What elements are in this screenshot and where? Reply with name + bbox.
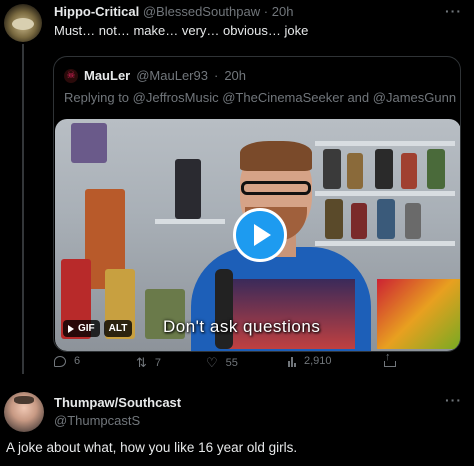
quoted-author-handle[interactable]: @MauLer93	[136, 68, 208, 83]
avatar-hippo-critical[interactable]	[4, 4, 42, 42]
video-caption: Don't ask questions	[163, 317, 321, 336]
reply-button[interactable]: 6	[54, 355, 80, 367]
views-count: 2,910	[304, 355, 332, 367]
video-player[interactable]: Don't ask questions GIF ALT	[55, 119, 460, 351]
action-figure	[351, 203, 367, 239]
glasses	[241, 181, 311, 195]
reply-icon	[54, 355, 66, 367]
gif-label: GIF	[78, 323, 95, 334]
replying-to-label: Replying to	[64, 90, 130, 105]
tweet-header: Hippo-Critical @BlessedSouthpaw · 20h	[54, 4, 293, 19]
share-icon	[384, 351, 396, 367]
shelf	[315, 141, 455, 146]
quoted-tweet-card[interactable]: ☠ MauLer @MauLer93 · 20h Replying to @Je…	[53, 56, 461, 352]
reply-mention[interactable]: @TheCinemaSeeker	[222, 90, 344, 105]
reply-count: 6	[74, 355, 81, 367]
views-button[interactable]: 2,910	[288, 355, 332, 367]
play-icon[interactable]	[233, 208, 287, 262]
gif-badge[interactable]: GIF	[63, 320, 100, 337]
like-button[interactable]: ♡ 55	[206, 355, 238, 371]
author-handle[interactable]: @BlessedSouthpaw	[143, 4, 260, 19]
tweet-actions: 6 ⇅ 7 ♡ 55 2,910	[54, 351, 454, 375]
thread-connector-line	[22, 44, 24, 374]
person-hair	[240, 141, 312, 171]
more-icon[interactable]: ···	[445, 3, 462, 19]
separator-dot: ·	[263, 4, 269, 19]
separator-dot: ·	[213, 68, 219, 83]
reply-text: A joke about what, how you like 16 year …	[6, 440, 298, 455]
alt-badge[interactable]: ALT	[103, 320, 133, 337]
replying-to-joiner: and	[347, 90, 370, 105]
microphone	[215, 269, 233, 349]
replying-to-line: Replying to @JeffrosMusic @TheCinemaSeek…	[64, 90, 456, 105]
reply-author-handle[interactable]: @ThumpcastS	[54, 413, 181, 428]
quoted-author-name[interactable]: MauLer	[84, 68, 130, 83]
reply-mention[interactable]: @JamesGunn	[373, 90, 456, 105]
tweet-time[interactable]: 20h	[272, 4, 294, 19]
shelf	[155, 219, 225, 224]
like-count: 55	[225, 357, 238, 369]
retweet-button[interactable]: ⇅ 7	[136, 355, 161, 371]
action-figure	[175, 159, 201, 219]
avatar-thumpaw[interactable]	[4, 392, 44, 432]
reply-author-name[interactable]: Thumpaw/Southcast	[54, 395, 181, 410]
quoted-tweet-time[interactable]: 20h	[224, 68, 246, 83]
toy-box	[71, 123, 107, 163]
action-figure	[377, 199, 395, 239]
action-figure	[325, 199, 343, 239]
action-figure	[401, 153, 417, 189]
alt-label: ALT	[108, 323, 128, 334]
quoted-tweet-header: ☠ MauLer @MauLer93 · 20h	[64, 68, 246, 83]
more-icon[interactable]: ···	[445, 392, 462, 408]
poster-prop	[377, 279, 460, 349]
shelf	[315, 191, 455, 196]
avatar-mauler[interactable]: ☠	[64, 68, 78, 83]
retweet-icon: ⇅	[136, 355, 147, 370]
action-figure	[375, 149, 393, 189]
author-name[interactable]: Hippo-Critical	[54, 4, 139, 19]
action-figure	[405, 203, 421, 239]
reply-header: Thumpaw/Southcast @ThumpcastS	[54, 395, 181, 428]
action-figure	[323, 149, 341, 189]
reply-mention[interactable]: @JeffrosMusic	[133, 90, 219, 105]
tweet-text: Must… not… make… very… obvious… joke	[54, 23, 309, 38]
action-figure	[427, 149, 445, 189]
action-figure	[347, 153, 363, 189]
retweet-count: 7	[154, 357, 162, 369]
share-button[interactable]	[384, 351, 396, 367]
like-icon: ♡	[206, 355, 218, 370]
book-prop	[225, 279, 355, 349]
shelf	[315, 241, 455, 246]
play-small-icon	[68, 324, 74, 333]
views-icon	[288, 356, 296, 367]
video-badges: GIF ALT	[63, 320, 133, 337]
